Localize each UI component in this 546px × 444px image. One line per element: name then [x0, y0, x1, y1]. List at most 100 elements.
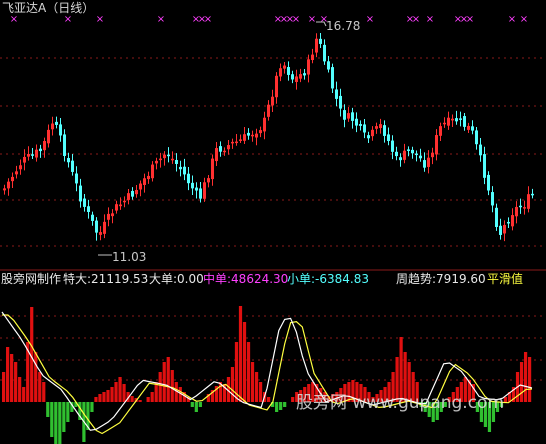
candle-body — [191, 182, 194, 189]
flow-bar — [230, 367, 235, 402]
candle-body — [383, 125, 386, 136]
candle-body — [251, 134, 254, 137]
candle-body — [475, 130, 478, 145]
candle-body — [447, 117, 450, 126]
candle-body — [123, 200, 126, 203]
candle-body — [319, 38, 322, 44]
signal-marker: × — [508, 14, 516, 25]
candle-body — [227, 145, 230, 150]
flow-bar — [250, 362, 255, 402]
signal-marker: × — [520, 14, 528, 25]
signal-marker: × — [292, 14, 300, 25]
candle-body — [155, 160, 158, 164]
candle-body — [291, 74, 294, 80]
candle-body — [351, 112, 354, 121]
signal-marker: × — [466, 14, 474, 25]
candlestick-series[interactable] — [3, 33, 534, 242]
flow-bar — [2, 372, 6, 402]
candle-body — [139, 183, 142, 190]
candle-body — [491, 192, 494, 206]
candle-body — [203, 182, 206, 199]
candle-body — [215, 148, 218, 162]
candle-body — [323, 44, 326, 62]
candle-body — [239, 139, 242, 141]
candle-body — [387, 134, 390, 141]
signal-marker: × — [204, 14, 212, 25]
low-price-label: 11.03 — [112, 250, 147, 264]
candle-body — [119, 204, 122, 207]
candle-body — [91, 214, 94, 221]
flow-bar — [170, 370, 174, 402]
flow-bar — [18, 377, 22, 402]
candle-body — [431, 152, 434, 158]
candle-body — [211, 158, 214, 180]
candle-body — [163, 154, 166, 159]
flow-bar — [6, 347, 10, 402]
candle-body — [483, 154, 486, 178]
signal-marker: × — [308, 14, 316, 25]
candle-body — [359, 124, 362, 126]
candle-body — [259, 130, 262, 134]
candle-body — [311, 54, 314, 61]
candle-body — [243, 134, 246, 141]
signal-marker: × — [412, 14, 420, 25]
flow-bar — [238, 306, 243, 402]
candle-body — [23, 156, 26, 163]
flow-bar — [254, 372, 259, 402]
candle-body — [47, 129, 50, 144]
flow-bar — [158, 372, 162, 402]
candle-body — [435, 135, 438, 155]
flow-bar — [246, 342, 251, 402]
candle-body — [295, 76, 298, 82]
flow-bar — [94, 397, 98, 402]
candle-body — [499, 225, 502, 235]
candle-body — [315, 38, 318, 53]
candle-body — [371, 129, 374, 137]
flow-bar — [198, 402, 202, 407]
candle-body — [367, 135, 370, 139]
flow-bar — [66, 402, 70, 422]
flow-bar — [527, 357, 532, 402]
candle-body — [175, 160, 178, 164]
flow-bar — [122, 384, 126, 402]
flow-bar — [118, 377, 122, 402]
candle-body — [511, 215, 514, 227]
signal-marker: × — [96, 14, 104, 25]
candle-body — [355, 118, 358, 126]
stock-title: 飞亚达A（日线） — [2, 1, 95, 15]
candle-body — [231, 141, 234, 144]
candle-body — [331, 67, 334, 89]
flow-bar — [194, 402, 198, 412]
candle-body — [67, 158, 70, 163]
candle-body — [11, 176, 14, 182]
flow-bar — [275, 402, 279, 412]
candle-body — [415, 153, 418, 156]
candle-body — [279, 68, 282, 77]
candle-body — [519, 205, 522, 208]
candle-body — [339, 95, 342, 109]
legend-teda: 特大:21119.53 — [63, 272, 149, 286]
candle-body — [399, 157, 402, 161]
candle-body — [271, 96, 274, 106]
candle-body — [467, 125, 470, 130]
signal-marker: × — [64, 14, 72, 25]
flow-bar — [146, 397, 150, 402]
candle-body — [303, 73, 306, 76]
candle-body — [403, 150, 406, 160]
flow-bar — [503, 397, 508, 402]
candle-body — [451, 118, 454, 121]
candle-body — [51, 123, 54, 130]
flow-bar — [291, 397, 295, 402]
candle-body — [7, 181, 10, 189]
price-annotations — [98, 21, 327, 256]
candle-body — [151, 164, 154, 179]
candle-body — [39, 148, 42, 152]
watermark: 股旁网 www.gupang.com — [296, 393, 505, 413]
chart-canvas[interactable]: × × × × ××× ×××× × × × ×× × ××× × × — [0, 0, 546, 444]
candle-body — [335, 89, 338, 99]
indicator-name: 股旁网制作 — [1, 272, 62, 286]
candle-body — [167, 154, 170, 157]
candle-body — [375, 126, 378, 129]
high-price-label: 16.78 — [326, 19, 361, 33]
candle-body — [503, 224, 506, 234]
